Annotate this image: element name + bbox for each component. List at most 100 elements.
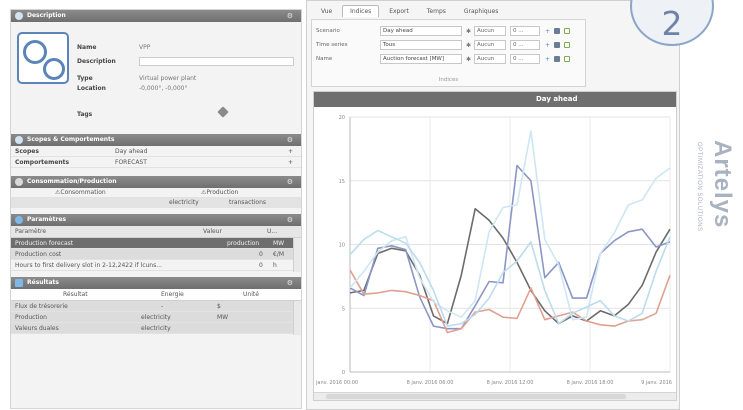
results-header[interactable]: Résultats ⚙: [11, 277, 301, 289]
tag-icon[interactable]: [217, 106, 229, 118]
parameters-header[interactable]: Paramètres ⚙: [11, 214, 301, 226]
range-select[interactable]: 0 ...: [510, 26, 540, 36]
gear-circle: [43, 58, 65, 80]
gear-icon[interactable]: ⚙: [287, 176, 293, 188]
gear-icon[interactable]: ⚙: [287, 277, 293, 289]
scrollbar-thumb[interactable]: [326, 394, 626, 399]
vpp-icon: [17, 32, 69, 84]
gear-icon[interactable]: ⚙: [287, 10, 293, 22]
plus-icon[interactable]: +: [545, 26, 551, 35]
aggregation-select[interactable]: Aucun: [474, 26, 506, 36]
location-value[interactable]: -0,000°, -0,000°: [139, 85, 188, 92]
x-tick-label: janv. 2016 00:00: [315, 380, 358, 386]
production-col: ⚠Production: [201, 189, 239, 196]
scopes-title: Scopes & Comportements: [27, 136, 115, 143]
plus-icon[interactable]: +: [545, 54, 551, 63]
tab-export[interactable]: Export: [381, 5, 417, 17]
star-icon[interactable]: ✱: [466, 54, 471, 65]
result-energy: electricity: [141, 325, 171, 332]
table-row[interactable]: Hours to first delivery slot in 2-12,242…: [11, 260, 301, 271]
star-icon[interactable]: ✱: [466, 40, 471, 51]
scopes-label: Scopes: [15, 148, 39, 155]
plus-icon[interactable]: +: [545, 40, 551, 49]
param-name: Hours to first delivery slot in 2-12,242…: [15, 262, 162, 269]
consumption-title: Consommation/Production: [27, 178, 117, 185]
result-col-unit[interactable]: Unité: [243, 289, 259, 301]
param-col-unit[interactable]: U...: [267, 226, 277, 238]
electricity-cell[interactable]: electricity: [169, 198, 199, 207]
add-comportement-icon[interactable]: +: [288, 157, 293, 167]
chart-title: Day ahead: [314, 92, 676, 107]
consumption-header[interactable]: Consommation/Production ⚙: [11, 176, 301, 188]
results-scrollbar[interactable]: [293, 301, 301, 335]
scopes-value[interactable]: Day ahead: [115, 146, 147, 156]
param-col-value[interactable]: Valeur: [203, 226, 222, 238]
y-tick-label: 0: [342, 370, 345, 376]
result-name: Valeurs duales: [15, 325, 59, 332]
scenario-select[interactable]: Day ahead: [380, 26, 462, 36]
result-energy: -: [161, 303, 164, 310]
line-chart[interactable]: 0 5 10 15 20 janv. 2016 00:00 8 janv. 2016 06:…: [314, 107, 676, 392]
indices-box: Scenario Day ahead ✱ Aucun 0 ... + Time …: [311, 19, 586, 87]
result-col-energy[interactable]: Energie: [161, 289, 184, 301]
description-header[interactable]: Description ⚙: [11, 10, 301, 22]
properties-panel: Description ⚙ Name VPP Description Type …: [10, 9, 302, 409]
gear-icon[interactable]: ⚙: [287, 214, 293, 226]
range-select[interactable]: 0 ...: [510, 40, 540, 50]
scopes-header[interactable]: Scopes & Comportements ⚙: [11, 134, 301, 146]
grid-icon[interactable]: [554, 56, 560, 62]
exchange-icon: [15, 178, 23, 186]
chart-scrollbar[interactable]: [314, 392, 676, 400]
table-row[interactable]: Flux de trésorerie - $: [11, 301, 301, 312]
comportements-value[interactable]: FORECAST: [115, 157, 147, 167]
results-table: Résultat Energie Unité Flux de trésoreri…: [11, 289, 301, 335]
comportements-row[interactable]: Comportements FORECAST +: [11, 157, 301, 168]
chart-icon[interactable]: [564, 28, 570, 34]
timeseries-select[interactable]: Tous: [380, 40, 462, 50]
parameters-scrollbar[interactable]: [293, 238, 301, 272]
aggregation-select[interactable]: Aucun: [474, 54, 506, 64]
x-tick-label: 8 janv. 2016 18:00: [567, 380, 614, 386]
table-row[interactable]: Production electricity MW: [11, 312, 301, 323]
aggregation-select[interactable]: Aucun: [474, 40, 506, 50]
tab-temps[interactable]: Temps: [419, 5, 454, 17]
table-row[interactable]: Production cost 0 €/M: [11, 249, 301, 260]
result-energy: electricity: [141, 314, 171, 321]
range-select[interactable]: 0 ...: [510, 54, 540, 64]
description-input[interactable]: [139, 57, 294, 66]
x-tick-label: 8 janv. 2016 12:00: [487, 380, 534, 386]
tab-graphiques[interactable]: Graphiques: [456, 5, 507, 17]
chart-icon[interactable]: [564, 42, 570, 48]
tab-vue[interactable]: Vue: [313, 5, 340, 17]
indices-key: Scenario: [316, 28, 340, 34]
brand-tagline: OPTIMIZATION SOLUTIONS: [696, 142, 702, 232]
transactions-cell[interactable]: transactions: [229, 198, 266, 207]
add-scope-icon[interactable]: +: [288, 146, 293, 156]
indices-footer: Indices: [438, 77, 459, 83]
result-col-name[interactable]: Résultat: [63, 289, 88, 301]
scopes-row[interactable]: Scopes Day ahead +: [11, 146, 301, 157]
param-value[interactable]: production: [227, 238, 259, 248]
grid-icon[interactable]: [554, 28, 560, 34]
consommation-col: ⚠Consommation: [55, 189, 106, 196]
consumption-cols: ⚠Consommation ⚠Production: [11, 188, 301, 198]
gear-icon[interactable]: ⚙: [287, 134, 293, 146]
table-row[interactable]: Production forecast production MW: [11, 238, 301, 249]
tab-indices[interactable]: Indices: [342, 5, 380, 17]
artelys-logo: Artelys OPTIMIZATION SOLUTIONS: [696, 140, 740, 330]
indices-key: Time series: [316, 42, 348, 48]
parameters-title: Paramètres: [27, 216, 67, 223]
param-value[interactable]: 0: [259, 260, 263, 270]
param-col-name[interactable]: Paramètre: [15, 226, 46, 238]
star-icon[interactable]: ✱: [466, 26, 471, 37]
tags-label: Tags: [77, 111, 93, 118]
table-row[interactable]: Valeurs duales electricity: [11, 323, 301, 334]
chart-icon[interactable]: [564, 56, 570, 62]
x-tick-label: 8 janv. 2016 06:00: [407, 380, 454, 386]
result-unit: $: [217, 303, 221, 310]
grid-icon[interactable]: [554, 42, 560, 48]
param-value[interactable]: 0: [259, 249, 263, 259]
chart-container: Day ahead 0 5 10 15 20 janv. 2016 00:00 8 janv…: [313, 91, 677, 401]
name-select[interactable]: Auction forecast [MW]: [380, 54, 462, 64]
name-value[interactable]: VPP: [139, 44, 150, 51]
